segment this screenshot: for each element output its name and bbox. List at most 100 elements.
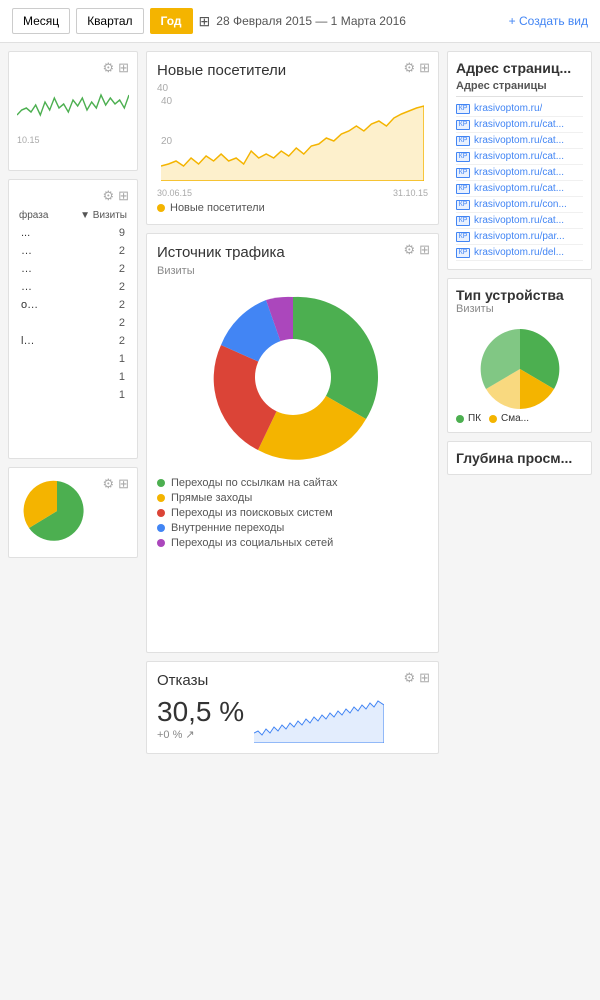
keyword-visits: 2 [62, 333, 127, 349]
visitors-legend-label: Новые посетители [170, 202, 265, 214]
address-list: КР krasivoptom.ru/КР krasivoptom.ru/cat...… [456, 101, 583, 261]
tab-year[interactable]: Год [150, 8, 193, 34]
calendar-icon: ⊞ [199, 13, 211, 30]
settings-icon[interactable]: ⚙ [403, 242, 415, 258]
device-pie-chart [470, 319, 570, 409]
address-url: krasivoptom.ru/par... [474, 231, 565, 242]
device-legend: ПК Сма... [456, 413, 583, 424]
address-url: krasivoptom.ru/del... [474, 247, 564, 258]
settings-icon[interactable]: ⚙ [102, 476, 114, 492]
legend-label: Переходы по ссылкам на сайтах [171, 477, 337, 489]
table-row: 1 [19, 387, 127, 403]
donut-container [157, 287, 428, 467]
address-url: krasivoptom.ru/cat... [474, 215, 564, 226]
keyword-card: ⚙ ⊞ фраза ▼ Визиты ...9…2…2…2о…22l…2111 [8, 179, 138, 459]
legend-item: Переходы по ссылкам на сайтах [157, 477, 428, 489]
kr-icon: КР [456, 120, 470, 130]
address-item[interactable]: КРkrasivoptom.ru/par... [456, 229, 583, 245]
depth-card: Глубина просм... [447, 441, 592, 475]
grid-icon[interactable]: ⊞ [419, 60, 430, 76]
depth-title: Глубина просм... [456, 450, 583, 466]
device-label: ПК [468, 413, 481, 424]
address-item[interactable]: КР krasivoptom.ru/cat... [456, 133, 583, 149]
kr-icon: КР [456, 200, 470, 210]
keyword-phrase: … [19, 279, 60, 295]
header: Месяц Квартал Год ⊞ 28 Февраля 2015 — 1 … [0, 0, 600, 43]
address-item[interactable]: КРkrasivoptom.ru/del... [456, 245, 583, 261]
device-label: Сма... [501, 413, 529, 424]
address-item[interactable]: КР krasivoptom.ru/ [456, 101, 583, 117]
legend-label: Переходы из поисковых систем [171, 507, 333, 519]
visitors-x-labels: 30.06.15 31.10.15 [157, 188, 428, 198]
grid-icon[interactable]: ⊞ [118, 60, 129, 76]
settings-icon[interactable]: ⚙ [403, 60, 415, 76]
table-row: …2 [19, 279, 127, 295]
create-view-button[interactable]: + Создать вид [509, 14, 588, 28]
legend-label: Внутренние переходы [171, 522, 284, 534]
keyword-visits: 1 [62, 369, 127, 385]
x-axis-labels: 10.15 [17, 135, 129, 145]
keyword-phrase: … [19, 261, 60, 277]
visits-col-header: ▼ Визиты [62, 208, 127, 223]
table-row: …2 [19, 261, 127, 277]
bounce-title: Отказы [157, 672, 428, 689]
bounce-change: +0 % ↗ [157, 728, 244, 741]
traffic-legend: Переходы по ссылкам на сайтахПрямые захо… [157, 477, 428, 549]
kr-icon: КР [456, 104, 470, 114]
table-row: 1 [19, 351, 127, 367]
device-subtitle: Визиты [456, 303, 583, 315]
address-url: krasivoptom.ru/cat... [474, 119, 564, 130]
address-url: krasivoptom.ru/cat... [474, 167, 564, 178]
settings-icon[interactable]: ⚙ [102, 60, 114, 76]
traffic-source-card: ⚙ ⊞ Источник трафика Визиты [146, 233, 439, 653]
new-visitors-title: Новые посетители [157, 62, 428, 79]
keyword-visits: 1 [62, 351, 127, 367]
bounce-sparkline [254, 693, 384, 743]
keyword-visits: 2 [62, 297, 127, 313]
table-row: 2 [19, 315, 127, 331]
device-title: Тип устройства [456, 287, 583, 303]
grid-icon[interactable]: ⊞ [419, 670, 430, 686]
table-row: …2 [19, 243, 127, 259]
address-item[interactable]: КР krasivoptom.ru/cat... [456, 117, 583, 133]
grid-icon[interactable]: ⊞ [419, 242, 430, 258]
settings-icon[interactable]: ⚙ [102, 188, 114, 204]
keyword-phrase: ... [19, 225, 60, 241]
address-url: krasivoptom.ru/cat... [474, 135, 564, 146]
device-legend-item: ПК [456, 413, 481, 424]
address-item[interactable]: КРkrasivoptom.ru/con... [456, 197, 583, 213]
kr-icon: КР [456, 136, 470, 146]
tab-quarter[interactable]: Квартал [76, 8, 143, 34]
address-url: krasivoptom.ru/ [474, 103, 542, 114]
address-item[interactable]: КРkrasivoptom.ru/cat... [456, 149, 583, 165]
device-card: Тип устройства Визиты ПК Сма... [447, 278, 592, 433]
legend-dot [157, 494, 165, 502]
tab-month[interactable]: Месяц [12, 8, 70, 34]
keyword-visits: 1 [62, 387, 127, 403]
bottom-left-card: ⚙ ⊞ [8, 467, 138, 558]
y-label-40-pos: 40 [161, 96, 424, 107]
keyword-phrase [19, 351, 60, 367]
keyword-visits: 2 [62, 261, 127, 277]
kr-icon: КР [456, 168, 470, 178]
keyword-phrase [19, 315, 60, 331]
bottom-pie-partial [17, 476, 97, 546]
device-dot [489, 415, 497, 423]
address-item[interactable]: КР krasivoptom.ru/cat... [456, 165, 583, 181]
visitors-legend: Новые посетители [157, 202, 428, 214]
grid-icon[interactable]: ⊞ [118, 188, 129, 204]
keyword-visits: 2 [62, 279, 127, 295]
legend-item: Переходы из социальных сетей [157, 537, 428, 549]
traffic-title: Источник трафика [157, 244, 428, 261]
settings-icon[interactable]: ⚙ [403, 670, 415, 686]
keyword-phrase [19, 369, 60, 385]
legend-label: Переходы из социальных сетей [171, 537, 333, 549]
phrase-col-header: фраза [19, 208, 60, 223]
address-item[interactable]: КРkrasivoptom.ru/cat... [456, 181, 583, 197]
keyword-visits: 9 [62, 225, 127, 241]
x-label-2: 31.10.15 [393, 188, 428, 198]
address-item[interactable]: КРkrasivoptom.ru/cat... [456, 213, 583, 229]
address-url: krasivoptom.ru/cat... [474, 151, 564, 162]
grid-icon[interactable]: ⊞ [118, 476, 129, 492]
donut-chart [203, 287, 383, 467]
